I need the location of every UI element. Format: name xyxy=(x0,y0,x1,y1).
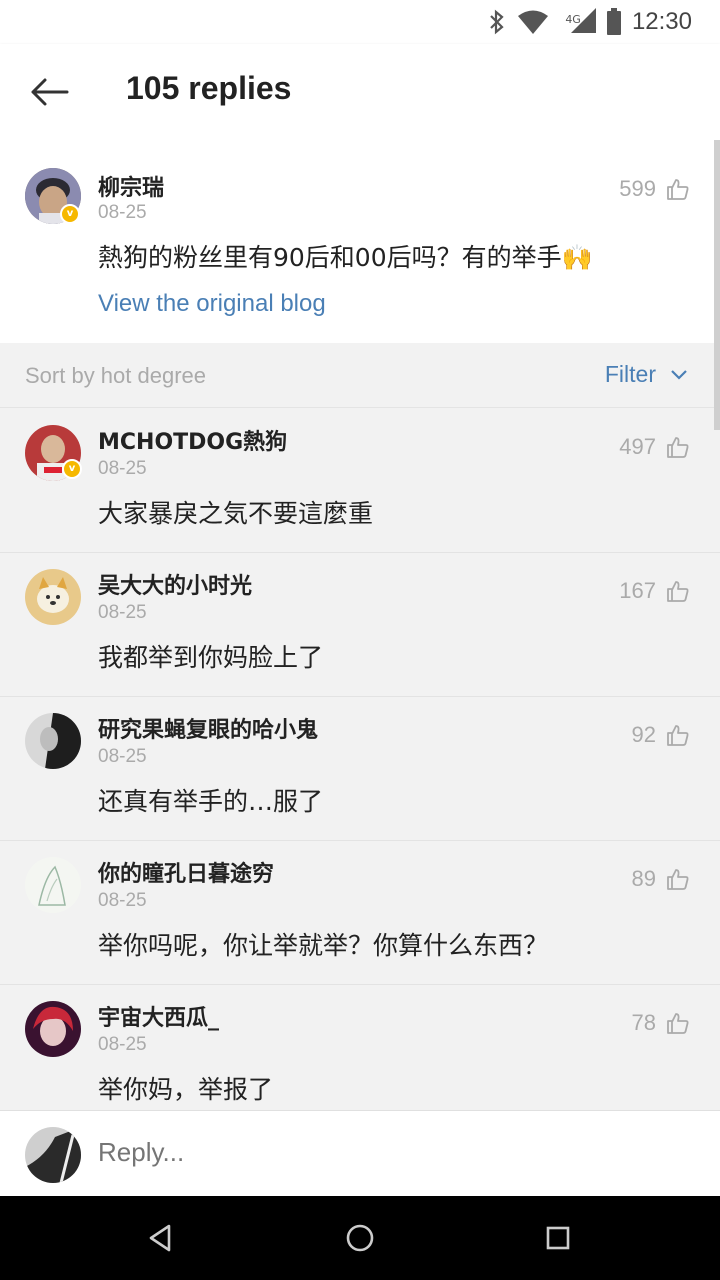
reply-author[interactable]: MCHOTDOG熱狗 xyxy=(98,424,287,456)
like-button[interactable]: 599 xyxy=(619,176,690,202)
status-bar: 4G 12:30 xyxy=(0,0,720,44)
chevron-down-icon xyxy=(671,369,687,380)
avatar[interactable] xyxy=(25,713,81,769)
original-post: v 柳宗瑞 08-25 599 熱狗的粉丝里有90后和00后吗？有的举手🙌 Vi… xyxy=(0,140,720,343)
reply-author[interactable]: 你的瞳孔日暮途穷 xyxy=(98,856,274,888)
reply-input[interactable] xyxy=(98,1137,658,1168)
circle-home-icon xyxy=(346,1224,374,1252)
avatar[interactable] xyxy=(25,1001,81,1057)
reply-item[interactable]: 你的瞳孔日暮途穷 08-25 89 举你吗呢，你让举就举？你算什么东西？ xyxy=(0,840,720,985)
network-label: 4G xyxy=(565,13,581,26)
avatar-image xyxy=(25,1001,81,1057)
sort-bar: Sort by hot degree Filter xyxy=(0,343,720,408)
like-count: 497 xyxy=(619,434,656,459)
reply-list: v MCHOTDOG熱狗 08-25 497 大家暴戾之気不要這麼重 吴大大的小… xyxy=(0,408,720,1110)
reply-composer xyxy=(0,1110,720,1197)
thumbs-up-icon xyxy=(667,179,689,200)
navigation-bar xyxy=(0,1196,720,1280)
like-count: 92 xyxy=(631,722,656,747)
reply-author[interactable]: 研究果蝇复眼的哈小鬼 xyxy=(98,712,318,744)
reply-date: 08-25 xyxy=(98,458,147,479)
bluetooth-icon xyxy=(490,9,504,35)
thumbs-up-icon xyxy=(667,869,689,890)
reply-date: 08-25 xyxy=(98,1034,147,1055)
reply-item[interactable]: 研究果蝇复眼的哈小鬼 08-25 92 还真有举手的…服了 xyxy=(0,696,720,841)
raised-hands-emoji: 🙌 xyxy=(561,243,593,272)
reply-author[interactable]: 宇宙大西瓜_ xyxy=(98,1000,219,1032)
back-button[interactable] xyxy=(26,72,72,112)
triangle-back-icon xyxy=(149,1224,171,1252)
filter-label: Filter xyxy=(604,361,656,387)
thumbs-up-icon xyxy=(667,1013,689,1034)
like-button[interactable]: 78 xyxy=(632,1010,690,1036)
avatar-image xyxy=(25,713,81,769)
reply-text: 举你妈，举报了 xyxy=(98,1075,274,1104)
view-original-blog-link[interactable]: View the original blog xyxy=(98,290,326,318)
post-text-content: 熱狗的粉丝里有90后和00后吗？有的举手 xyxy=(98,243,562,272)
post-date: 08-25 xyxy=(98,202,147,223)
page-title: 105 replies xyxy=(126,70,292,106)
verified-badge: v xyxy=(62,459,82,479)
reply-text: 大家暴戾之気不要這麼重 xyxy=(98,499,374,528)
reply-item[interactable]: 宇宙大西瓜_ 08-25 78 举你妈，举报了 xyxy=(0,984,720,1110)
reply-item[interactable]: v MCHOTDOG熱狗 08-25 497 大家暴戾之気不要這麼重 xyxy=(0,408,720,553)
square-recents-icon xyxy=(546,1226,570,1250)
like-count: 89 xyxy=(631,866,656,891)
like-count: 167 xyxy=(619,578,656,603)
reply-date: 08-25 xyxy=(98,890,147,911)
like-button[interactable]: 89 xyxy=(632,866,690,892)
thumbs-up-icon xyxy=(667,581,689,602)
status-time: 12:30 xyxy=(631,8,692,35)
reply-author[interactable]: 吴大大的小时光 xyxy=(98,568,252,600)
reply-date: 08-25 xyxy=(98,746,147,767)
avatar[interactable] xyxy=(25,857,81,913)
thumbs-up-icon xyxy=(667,437,689,458)
scrollbar[interactable] xyxy=(714,140,720,430)
like-button[interactable]: 167 xyxy=(619,578,690,604)
avatar-image xyxy=(25,857,81,913)
nav-recents-button[interactable] xyxy=(538,1218,578,1258)
nav-home-button[interactable] xyxy=(340,1218,380,1258)
sort-label[interactable]: Sort by hot degree xyxy=(25,363,206,389)
avatar-image xyxy=(25,569,81,625)
thumbs-up-icon xyxy=(667,725,689,746)
reply-date: 08-25 xyxy=(98,602,147,623)
nav-back-button[interactable] xyxy=(140,1218,180,1258)
avatar-image xyxy=(25,1127,81,1183)
verified-badge: v xyxy=(60,204,80,224)
avatar[interactable] xyxy=(25,569,81,625)
wifi-icon xyxy=(518,10,549,34)
post-text: 熱狗的粉丝里有90后和00后吗？有的举手🙌 xyxy=(98,238,593,274)
author-name[interactable]: 柳宗瑞 xyxy=(98,170,164,202)
like-button[interactable]: 497 xyxy=(619,434,690,460)
reply-text: 还真有举手的…服了 xyxy=(98,787,324,816)
like-button[interactable]: 92 xyxy=(632,722,690,748)
filter-button[interactable]: Filter xyxy=(605,361,688,388)
reply-item[interactable]: 吴大大的小时光 08-25 167 我都举到你妈脸上了 xyxy=(0,552,720,697)
app-header: 105 replies xyxy=(0,44,720,141)
reply-text: 举你吗呢，你让举就举？你算什么东西？ xyxy=(98,931,549,960)
reply-text: 我都举到你妈脸上了 xyxy=(98,643,324,672)
like-count: 599 xyxy=(619,176,656,201)
battery-icon xyxy=(606,8,621,35)
like-count: 78 xyxy=(631,1010,656,1035)
avatar xyxy=(25,1127,81,1183)
arrow-left-icon xyxy=(31,78,69,106)
